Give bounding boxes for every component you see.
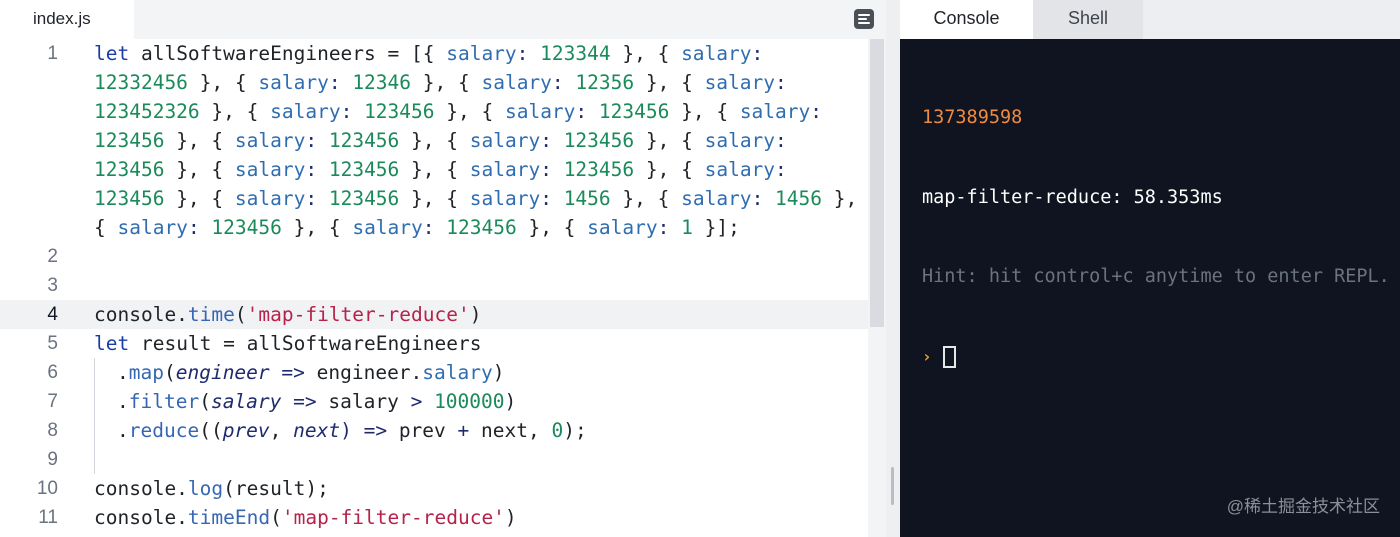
- code-line-2[interactable]: 2: [0, 242, 868, 271]
- scrollbar-thumb[interactable]: [870, 39, 884, 327]
- code-line-5[interactable]: 5 let result = allSoftwareEngineers: [0, 329, 868, 358]
- console-timer-line: map-filter-reduce: 58.353ms: [922, 186, 1223, 208]
- tab-console[interactable]: Console: [900, 0, 1033, 39]
- console-prompt[interactable]: ›: [922, 344, 1390, 370]
- code-line-1[interactable]: 1 let allSoftwareEngineers = [{ salary: …: [0, 39, 868, 68]
- prompt-caret-icon: ›: [922, 346, 932, 366]
- code-line-11[interactable]: 11 console.timeEnd('map-filter-reduce'): [0, 503, 868, 532]
- console-output[interactable]: 137389598 map-filter-reduce: 58.353ms Hi…: [922, 52, 1390, 423]
- line-number: 11: [38, 507, 58, 528]
- editor-tab-bar: index.js: [0, 0, 886, 39]
- line-number: 3: [47, 275, 58, 296]
- code-line-1-wrap[interactable]: 123456 }, { salary: 123456 }, { salary: …: [0, 126, 868, 155]
- line-number: 8: [47, 420, 58, 441]
- tab-shell[interactable]: Shell: [1033, 0, 1143, 39]
- code-line-1-wrap[interactable]: { salary: 123456 }, { salary: 123456 }, …: [0, 213, 868, 242]
- code-editor[interactable]: index.js 1 let allSoftwareEngineers = [{…: [0, 0, 900, 537]
- code-line-3[interactable]: 3: [0, 271, 868, 300]
- line-number: 10: [36, 478, 58, 499]
- resize-handle[interactable]: [891, 467, 894, 505]
- code-line-1-wrap[interactable]: 123456 }, { salary: 123456 }, { salary: …: [0, 155, 868, 184]
- code-line-10[interactable]: 10 console.log(result);: [0, 474, 868, 503]
- format-document-icon[interactable]: [854, 9, 874, 29]
- code-line-4-active[interactable]: 4 console.time('map-filter-reduce'): [0, 300, 868, 329]
- code-line-6[interactable]: 6 .map(engineer => engineer.salary): [0, 358, 868, 387]
- code-line-8[interactable]: 8 .reduce((prev, next) => prev + next, 0…: [0, 416, 868, 445]
- editor-scrollbar[interactable]: [868, 39, 886, 537]
- console-hint-line: Hint: hit control+c anytime to enter REP…: [922, 266, 1390, 287]
- line-number: 1: [47, 43, 58, 64]
- text-cursor[interactable]: [943, 345, 956, 368]
- code-line-1-wrap[interactable]: 123452326 }, { salary: 123456 }, { salar…: [0, 97, 868, 126]
- console-tab-bar: Console Shell: [900, 0, 1400, 39]
- line-number: 5: [47, 333, 58, 354]
- watermark: @稀土掘金技术社区: [1226, 497, 1380, 516]
- tab-index-js[interactable]: index.js: [0, 0, 134, 39]
- code-line-7[interactable]: 7 .filter(salary => salary > 100000): [0, 387, 868, 416]
- code-line-1-wrap[interactable]: 12332456 }, { salary: 12346 }, { salary:…: [0, 68, 868, 97]
- line-number: 4: [47, 304, 58, 325]
- console-pane[interactable]: Console Shell 137389598 map-filter-reduc…: [900, 0, 1400, 537]
- code-area[interactable]: 1 let allSoftwareEngineers = [{ salary: …: [0, 39, 868, 537]
- line-number: 7: [47, 391, 58, 412]
- pane-divider[interactable]: [886, 0, 900, 537]
- console-result-line: 137389598: [922, 107, 1023, 128]
- line-number: 9: [47, 449, 58, 470]
- code-line-1-wrap[interactable]: 123456 }, { salary: 123456 }, { salary: …: [0, 184, 868, 213]
- line-number: 2: [47, 246, 58, 267]
- code-line-9[interactable]: 9: [0, 445, 868, 474]
- line-number: 6: [47, 362, 58, 383]
